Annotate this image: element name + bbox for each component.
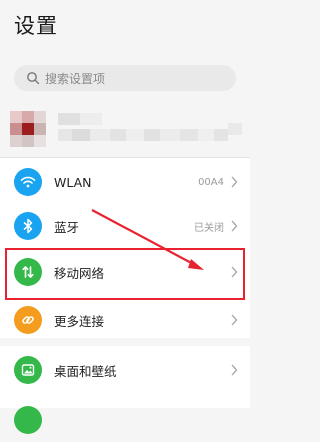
wlan-value: 00A4 [198,176,224,188]
wallpaper-label: 桌面和壁纸 [54,363,117,379]
settings-row-more-connections[interactable]: 更多连接 [0,298,250,342]
connectivity-settings-card: WLAN 00A4 蓝牙 已关闭 移动网络 更多连接 [0,157,250,338]
mobile-network-label: 移动网络 [54,265,105,281]
search-icon [26,71,40,85]
settings-row-mobile-network[interactable]: 移动网络 [0,250,250,294]
mobile-data-icon [14,258,42,286]
wifi-icon [14,168,42,196]
settings-row-wallpaper[interactable]: 桌面和壁纸 [0,348,250,392]
more-connections-label: 更多连接 [54,313,105,329]
bluetooth-label: 蓝牙 [54,219,80,235]
chevron-right-icon [231,220,238,232]
settings-row-wlan[interactable]: WLAN 00A4 [0,160,250,204]
link-icon [14,306,42,334]
chevron-right-icon [231,266,238,278]
chevron-right-icon [231,364,238,376]
wallpaper-icon [14,356,42,384]
wlan-label: WLAN [54,174,92,190]
page-title: 设置 [14,14,58,38]
search-bar[interactable]: 搜索设置项 [14,65,236,91]
display-settings-card: 桌面和壁纸 [0,346,250,434]
bluetooth-value: 已关闭 [194,222,224,234]
chevron-right-icon [231,314,238,326]
search-placeholder: 搜索设置项 [45,71,106,86]
account-card-blurred[interactable] [0,103,250,151]
chevron-right-icon [231,176,238,188]
settings-row-partial[interactable] [0,398,250,442]
next-setting-icon [14,406,42,434]
bluetooth-icon [14,212,42,240]
settings-row-bluetooth[interactable]: 蓝牙 已关闭 [0,204,250,248]
